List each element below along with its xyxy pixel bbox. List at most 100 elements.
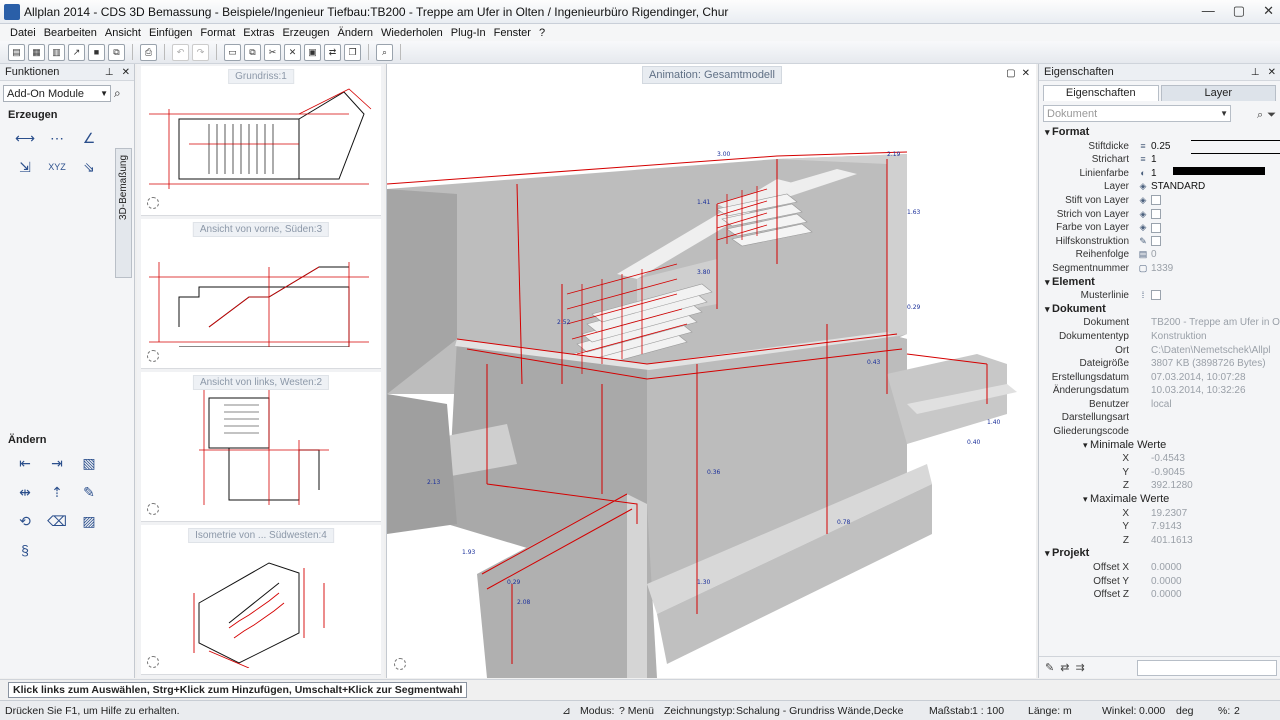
menu-help[interactable]: ?: [535, 27, 549, 39]
transfer-properties-icon[interactable]: ⇄: [1060, 661, 1069, 674]
undo-icon[interactable]: ↶: [172, 43, 189, 61]
tab-3d-bemassung[interactable]: 3D-Bemaßung: [115, 148, 132, 278]
menu-format[interactable]: Format: [196, 27, 239, 39]
menu-fenster[interactable]: Fenster: [490, 27, 535, 39]
share-icon[interactable]: ↗: [68, 43, 85, 61]
scale-value[interactable]: 1 : 100: [972, 705, 1004, 717]
transfer-icon[interactable]: ⇄: [324, 43, 341, 61]
modus-value[interactable]: ? Menü: [619, 705, 654, 717]
rotate-dimension-icon[interactable]: ⟲: [14, 511, 36, 531]
save-icon[interactable]: ■: [88, 43, 105, 61]
checkbox[interactable]: [1151, 208, 1161, 219]
prop-row[interactable]: Reihenfolge ▤ 0: [1039, 248, 1280, 262]
erase-icon[interactable]: ⌫: [46, 511, 68, 531]
redo-icon[interactable]: ↷: [192, 43, 209, 61]
menu-plugin[interactable]: Plug-In: [447, 27, 490, 39]
maximize-view-icon[interactable]: ▢: [1006, 68, 1015, 79]
prop-row[interactable]: Hilfskonstruktion ✎: [1039, 235, 1280, 249]
checkbox[interactable]: [1151, 290, 1161, 301]
add-dimension-point-icon[interactable]: ⇡: [46, 482, 68, 502]
paste-icon[interactable]: ▣: [304, 43, 321, 61]
minimize-button[interactable]: —: [1202, 3, 1215, 19]
menu-aendern[interactable]: Ändern: [334, 27, 377, 39]
open-project-icon[interactable]: ▤: [8, 43, 25, 61]
prop-row[interactable]: Segmentnummer ▢ 1339: [1039, 262, 1280, 276]
tab-eigenschaften[interactable]: Eigenschaften: [1043, 85, 1159, 101]
checkbox[interactable]: [1151, 236, 1161, 247]
menu-ansicht[interactable]: Ansicht: [101, 27, 145, 39]
delete-icon[interactable]: ✕: [284, 43, 301, 61]
prop-row[interactable]: Linienfarbe ◐ 1: [1039, 166, 1280, 181]
group-element[interactable]: Element: [1039, 276, 1280, 290]
pin-icon[interactable]: ⊥: [105, 67, 114, 78]
group-format[interactable]: Format: [1039, 126, 1280, 140]
pin-icon[interactable]: ⊥: [1251, 67, 1260, 78]
copy-icon[interactable]: ⧉: [244, 43, 261, 61]
angle-value[interactable]: 0.000: [1139, 705, 1165, 717]
group-dokument[interactable]: Dokument: [1039, 303, 1280, 317]
drawing-type-value[interactable]: Schalung - Grundriss Wände,Decke: [736, 705, 904, 717]
document-dropdown[interactable]: Dokument ▼: [1043, 105, 1231, 122]
settings-icon[interactable]: [147, 503, 159, 515]
settings-icon[interactable]: [147, 350, 159, 362]
prop-row[interactable]: Stiftdicke ≡ 0.25: [1039, 139, 1280, 154]
menu-bearbeiten[interactable]: Bearbeiten: [40, 27, 101, 39]
apply-properties-icon[interactable]: ⇉: [1075, 661, 1084, 674]
modify-dimension-icon[interactable]: ⇤: [14, 453, 36, 473]
print-icon[interactable]: ⎙: [140, 43, 157, 61]
close-panel-icon[interactable]: ✕: [1268, 67, 1276, 78]
cut-icon[interactable]: ✂: [264, 43, 281, 61]
pencil-icon[interactable]: ✎: [78, 482, 100, 502]
thumbnail-ansicht-sueden[interactable]: Ansicht von vorne, Süden:3: [141, 219, 381, 369]
thumbnail-ansicht-westen[interactable]: Ansicht von links, Westen:2: [141, 372, 381, 522]
group-max-values[interactable]: Maximale Werte: [1039, 493, 1280, 507]
prop-row[interactable]: Strich von Layer ◈: [1039, 208, 1280, 222]
eyedropper-icon[interactable]: ✎: [1045, 661, 1054, 674]
move-dimension-icon[interactable]: ⇹: [14, 482, 36, 502]
close-button[interactable]: ✕: [1263, 3, 1274, 19]
menu-datei[interactable]: Datei: [6, 27, 40, 39]
checkbox[interactable]: [1151, 195, 1161, 206]
dimension-line-icon[interactable]: ⟷: [14, 128, 36, 148]
thumbnail-isometrie[interactable]: Isometrie von ... Südwesten:4: [141, 525, 381, 675]
favorites-input[interactable]: [1137, 659, 1277, 676]
filter-icon[interactable]: ⏷: [1267, 109, 1276, 122]
close-view-icon[interactable]: ✕: [1022, 68, 1030, 79]
elevation-dimension-icon[interactable]: ⋯: [46, 128, 68, 148]
delete-dimension-point-icon[interactable]: ⇥: [46, 453, 68, 473]
maximize-button[interactable]: ▢: [1233, 3, 1245, 19]
zoom-icon[interactable]: ⌕: [376, 43, 393, 61]
menu-wiederholen[interactable]: Wiederholen: [377, 27, 447, 39]
xyz-coordinate-icon[interactable]: XYZ: [46, 157, 68, 177]
angle-dimension-icon[interactable]: ∠: [78, 128, 100, 148]
format-dimension-icon[interactable]: ▨: [78, 511, 100, 531]
tab-layer[interactable]: Layer: [1160, 85, 1276, 101]
fileset-icon[interactable]: ▥: [48, 43, 65, 61]
open-file-icon[interactable]: ▦: [28, 43, 45, 61]
prop-row[interactable]: Musterlinie ⁞: [1039, 289, 1280, 303]
menu-extras[interactable]: Extras: [239, 27, 278, 39]
level-dimension-icon[interactable]: ⇲: [14, 157, 36, 177]
close-panel-icon[interactable]: ✕: [122, 67, 130, 78]
settings-icon[interactable]: [147, 197, 159, 209]
ruler-icon[interactable]: ▭: [224, 43, 241, 61]
export-icon[interactable]: ⧉: [108, 43, 125, 61]
duplicate-icon[interactable]: ❐: [344, 43, 361, 61]
group-min-values[interactable]: Minimale Werte: [1039, 439, 1280, 453]
prop-row[interactable]: Farbe von Layer ◈: [1039, 221, 1280, 235]
prop-row[interactable]: Strichart ≡ 1: [1039, 153, 1280, 167]
group-projekt[interactable]: Projekt: [1039, 547, 1280, 561]
menu-erzeugen[interactable]: Erzeugen: [278, 27, 333, 39]
settings-icon[interactable]: [394, 658, 406, 670]
slope-dimension-icon[interactable]: ⇘: [78, 157, 100, 177]
settings-icon[interactable]: [147, 656, 159, 668]
prop-row[interactable]: Layer ◈ STANDARD: [1039, 180, 1280, 194]
length-unit[interactable]: m: [1063, 705, 1072, 717]
text-dimension-icon[interactable]: §: [14, 540, 36, 560]
menu-einfuegen[interactable]: Einfügen: [145, 27, 196, 39]
prop-row[interactable]: Stift von Layer ◈: [1039, 194, 1280, 208]
thumbnail-grundriss[interactable]: Grundriss:1: [141, 66, 381, 216]
percent-value[interactable]: 2: [1234, 705, 1240, 717]
checkbox[interactable]: [1151, 222, 1161, 233]
search-icon[interactable]: ⌕: [1257, 109, 1263, 122]
